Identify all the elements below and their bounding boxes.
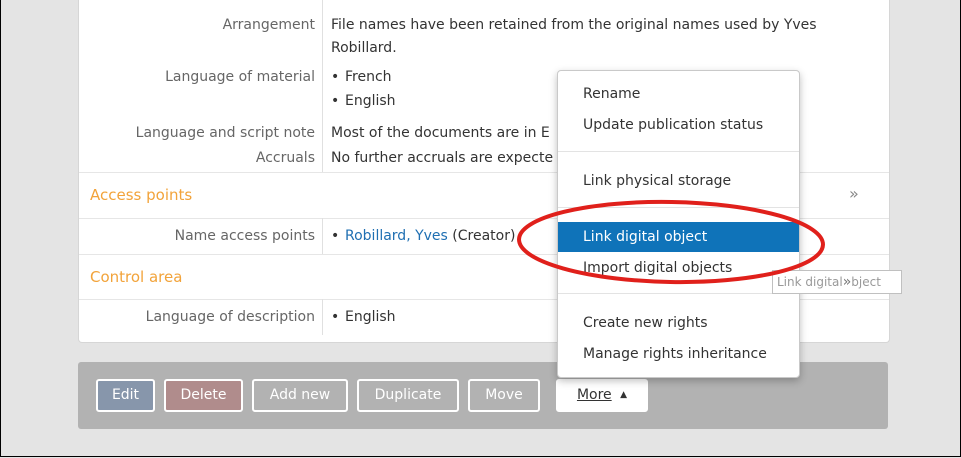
caret-up-icon: ▲	[620, 390, 628, 400]
access-points-chevron-icon[interactable]: »	[849, 184, 859, 203]
add-new-button[interactable]: Add new	[252, 379, 348, 412]
arrangement-value-line2: Robillard.	[331, 40, 397, 56]
more-dropdown-menu: Rename Update publication status Link ph…	[557, 70, 800, 378]
more-button[interactable]: More ▲	[556, 379, 648, 412]
robillard-yves-link[interactable]: Robillard, Yves	[345, 228, 448, 244]
access-points-heading[interactable]: Access points	[90, 186, 192, 204]
delete-button[interactable]: Delete	[164, 379, 243, 412]
menu-item-create-new-rights[interactable]: Create new rights	[558, 308, 799, 338]
edit-button[interactable]: Edit	[96, 379, 155, 412]
accruals-value: No further accruals are expecte	[331, 150, 554, 166]
menu-item-manage-rights-inheritance[interactable]: Manage rights inheritance	[558, 339, 799, 369]
menu-divider	[558, 207, 799, 208]
tooltip-chevron-icon: »	[842, 274, 852, 290]
language-item: • English	[331, 93, 396, 109]
language-of-material-label: Language of material	[165, 69, 315, 85]
menu-divider	[558, 293, 799, 294]
creator-role: (Creator)	[452, 228, 516, 244]
language-script-note-label: Language and script note	[135, 125, 315, 141]
arrangement-value-line1: File names have been retained from the o…	[331, 17, 817, 33]
control-area-heading[interactable]: Control area	[90, 268, 182, 286]
move-button[interactable]: Move	[468, 379, 540, 412]
menu-divider	[558, 151, 799, 152]
link-digital-object-tooltip: Link digital»bject	[772, 270, 902, 294]
language-of-description-value: • English	[331, 309, 396, 325]
accruals-label: Accruals	[255, 150, 315, 166]
column-divider	[322, 299, 323, 335]
language-of-description-label: Language of description	[145, 309, 315, 325]
language-item: • French	[331, 69, 392, 85]
name-access-point-item: • Robillard, Yves (Creator)	[331, 228, 516, 244]
column-divider	[322, 0, 323, 172]
more-button-label: More	[576, 387, 612, 403]
menu-item-link-physical-storage[interactable]: Link physical storage	[558, 166, 799, 196]
language-script-note-value: Most of the documents are in E	[331, 125, 550, 141]
arrangement-label: Arrangement	[222, 17, 315, 33]
name-access-points-label: Name access points	[174, 228, 315, 244]
duplicate-button[interactable]: Duplicate	[357, 379, 459, 412]
menu-item-link-digital-object[interactable]: Link digital object	[558, 222, 799, 252]
menu-item-update-publication-status[interactable]: Update publication status	[558, 110, 799, 140]
column-divider	[322, 218, 323, 254]
menu-item-import-digital-objects[interactable]: Import digital objects	[558, 253, 799, 283]
menu-item-rename[interactable]: Rename	[558, 79, 799, 109]
